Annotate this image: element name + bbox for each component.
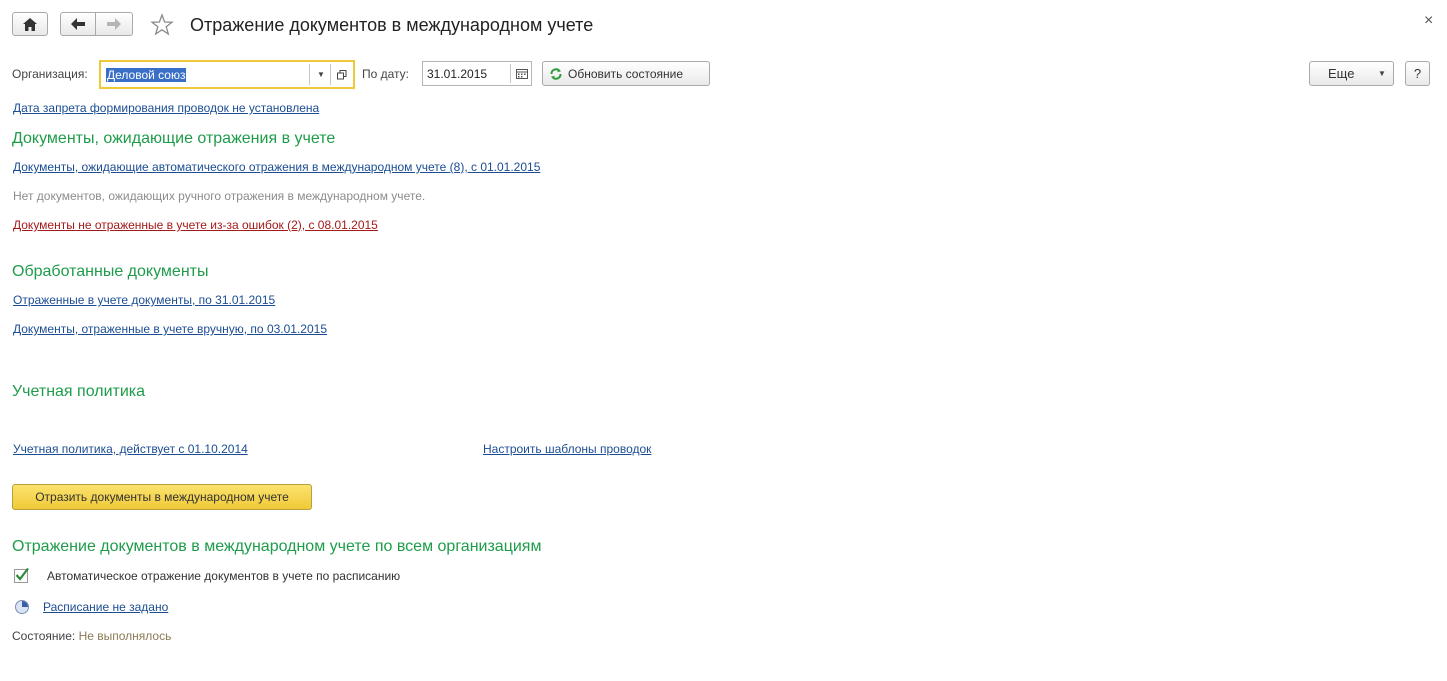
calendar-icon[interactable] xyxy=(516,69,528,79)
forward-button[interactable] xyxy=(95,12,133,36)
date-value: 31.01.2015 xyxy=(427,66,488,81)
pending-heading: Документы, ожидающие отражения в учете xyxy=(12,130,336,147)
refresh-state-label: Обновить состояние xyxy=(568,66,684,81)
more-label: Еще xyxy=(1328,66,1355,81)
auto-schedule-checkbox[interactable] xyxy=(14,567,29,583)
reflect-documents-button[interactable]: Отразить документы в международном учете xyxy=(12,484,312,510)
home-button[interactable] xyxy=(12,12,48,36)
close-icon[interactable]: × xyxy=(1424,12,1433,30)
favorite-star-button[interactable] xyxy=(150,13,174,37)
policy-heading: Учетная политика xyxy=(12,383,146,400)
schedule-link[interactable]: Расписание не задано xyxy=(43,600,168,614)
posting-templates-link[interactable]: Настроить шаблоны проводок xyxy=(483,442,651,456)
errors-link[interactable]: Документы не отраженные в учете из-за ош… xyxy=(13,218,378,232)
reflected-docs-link[interactable]: Отраженные в учете документы, по 31.01.2… xyxy=(13,293,275,307)
more-button[interactable]: Еще ▼ xyxy=(1309,61,1394,86)
state-label: Состояние: xyxy=(12,629,76,643)
reflect-documents-label: Отразить документы в международном учете xyxy=(35,490,289,504)
state-row: Состояние: Не выполнялось xyxy=(12,629,171,643)
manual-pending-text: Нет документов, ожидающих ручного отраже… xyxy=(13,189,426,203)
organization-label: Организация: xyxy=(12,67,88,81)
checkmark-icon xyxy=(15,567,29,581)
home-icon xyxy=(23,17,37,31)
schedule-clock-icon xyxy=(15,600,29,614)
arrow-left-icon xyxy=(71,18,85,30)
chevron-down-icon[interactable]: ▼ xyxy=(317,70,325,79)
organization-value: Деловой союз xyxy=(106,67,187,82)
date-field[interactable]: 31.01.2015 xyxy=(422,61,532,86)
auto-pending-link[interactable]: Документы, ожидающие автоматического отр… xyxy=(13,160,540,174)
back-button[interactable] xyxy=(60,12,96,36)
all-orgs-heading: Отражение документов в международном уче… xyxy=(12,538,542,555)
refresh-state-button[interactable]: Обновить состояние xyxy=(542,61,710,86)
refresh-icon xyxy=(550,67,562,80)
closing-date-link[interactable]: Дата запрета формирования проводок не ус… xyxy=(13,101,319,115)
page-title: Отражение документов в международном уче… xyxy=(190,15,594,35)
star-icon xyxy=(150,13,174,36)
auto-schedule-label[interactable]: Автоматическое отражение документов в уч… xyxy=(47,569,400,583)
arrow-right-icon xyxy=(107,18,121,30)
chevron-down-icon: ▼ xyxy=(1378,69,1386,78)
processed-heading: Обработанные документы xyxy=(12,263,209,280)
date-label: По дату: xyxy=(362,67,410,81)
open-icon[interactable] xyxy=(337,70,347,80)
accounting-policy-link[interactable]: Учетная политика, действует с 01.10.2014 xyxy=(13,442,248,456)
state-value: Не выполнялось xyxy=(78,629,172,643)
help-label: ? xyxy=(1413,66,1422,81)
organization-field[interactable]: Деловой союз ▼ xyxy=(99,60,355,89)
help-button[interactable]: ? xyxy=(1405,61,1430,86)
manual-docs-link[interactable]: Документы, отраженные в учете вручную, п… xyxy=(13,322,327,336)
